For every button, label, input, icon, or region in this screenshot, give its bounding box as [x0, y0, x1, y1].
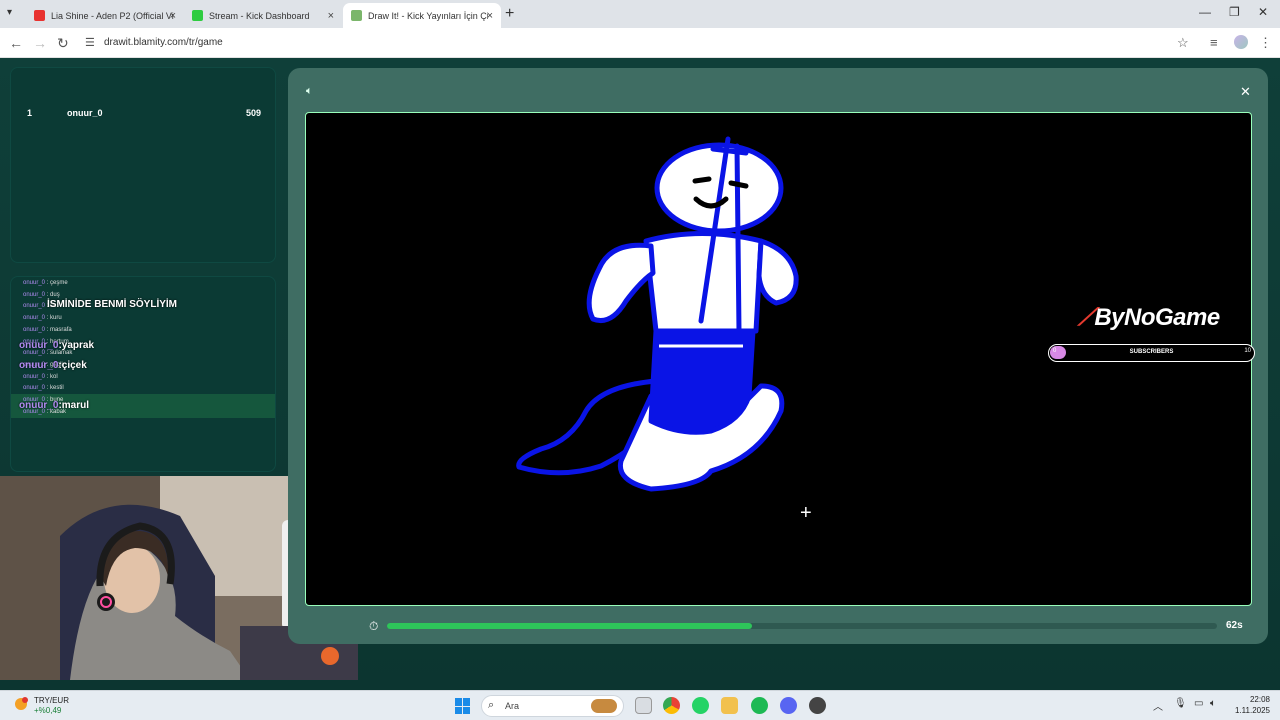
profile-avatar[interactable]: [1234, 35, 1248, 49]
forward-arrow-icon[interactable]: →: [33, 35, 47, 51]
search-placeholder: Ara: [505, 701, 520, 711]
weather-widget-icon[interactable]: [12, 695, 30, 713]
brand-logo: ⟋ByNoGame: [1078, 304, 1220, 331]
chat-message: onuur_0 : kol: [23, 373, 58, 380]
tab-title: Stream - Kick Dashboard: [209, 10, 310, 21]
back-arrow-icon[interactable]: ←: [9, 35, 23, 51]
tab-close-icon[interactable]: ×: [487, 10, 493, 22]
restore-icon[interactable]: ❐: [1229, 5, 1240, 19]
round-timer: 62s: [1226, 620, 1243, 631]
window-close-icon[interactable]: ✕: [1258, 5, 1268, 19]
tab-close-icon[interactable]: ×: [328, 10, 334, 22]
chrome-icon[interactable]: [663, 697, 680, 714]
round-progress-track: [387, 623, 1217, 629]
tab-close-icon[interactable]: ×: [170, 10, 176, 22]
stopwatch-icon: ⏱︎: [369, 619, 379, 633]
draw-it-icon: [351, 10, 362, 21]
chat-message: onuur_0 : masrafa: [23, 326, 72, 333]
tab-youtube[interactable]: Lia Shine - Aden P2 (Official Vi ×: [26, 3, 184, 28]
reload-icon[interactable]: ↻: [57, 35, 69, 52]
subscriber-label: SUBSCRIBERS: [1129, 349, 1174, 355]
leaderboard-panel: 1 onuur_0 509: [10, 67, 276, 263]
network-icon[interactable]: ▭: [1194, 698, 1203, 709]
chat-panel: onuur_0 : çeşme onuur_0 : duş onuur_0 : su…: [10, 276, 276, 472]
close-icon[interactable]: ✕: [1240, 84, 1251, 100]
microphone-icon[interactable]: 🎙︎: [1174, 698, 1187, 709]
overlay-line: onuur_0:marul: [19, 400, 90, 411]
system-clock[interactable]: 22:08 1.11.2025: [1234, 694, 1270, 716]
chat-message: onuur_0 : duş: [23, 291, 60, 298]
tab-title: Draw It! - Kick Yayınları İçin Çiz: [368, 10, 488, 21]
chat-message: onuur_0 : çeşme: [23, 280, 68, 286]
tab-draw-it[interactable]: Draw It! - Kick Yayınları İçin Çiz ×: [343, 3, 501, 28]
kick-icon: [192, 10, 203, 21]
site-info-icon[interactable]: ☰: [85, 36, 99, 50]
volume-icon[interactable]: 🔈︎: [1210, 698, 1216, 709]
overlay-heading: İSMİNİDE BENMİ SÖYLİYİM: [47, 299, 178, 310]
address-bar[interactable]: drawit.blamity.com/tr/game: [104, 37, 223, 48]
subscriber-goal-bar: 0 SUBSCRIBERS 10: [1048, 344, 1255, 362]
overlay-line: onuur_0:yaprak: [19, 340, 95, 351]
overlay-line: onuur_0:çiçek: [19, 360, 87, 371]
taskbar: TRY/EUR +%0,49 ⌕ Ara ︿ 🎙︎ ▭ 🔈︎ 22:08 1.1…: [0, 690, 1280, 720]
browser-toolbar: ← → ↻ ☰ drawit.blamity.com/tr/game ☆ ≡ ⋮: [0, 28, 1280, 58]
media-controls-icon[interactable]: ≡: [1210, 35, 1218, 50]
spotify-icon[interactable]: [751, 697, 768, 714]
menu-kebab-icon[interactable]: ⋮: [1259, 35, 1272, 51]
tab-search-chevron-icon[interactable]: ▾: [7, 7, 12, 18]
bookmark-star-icon[interactable]: ☆: [1177, 35, 1189, 51]
discord-icon[interactable]: [780, 697, 797, 714]
currency-change: +%0,49: [34, 706, 62, 715]
new-tab-button[interactable]: +: [505, 5, 514, 23]
browser-tab-bar: ▾ Lia Shine - Aden P2 (Official Vi × Str…: [0, 0, 1280, 28]
crosshair-cursor-icon: +: [800, 502, 812, 524]
tab-kick-dashboard[interactable]: Stream - Kick Dashboard ×: [184, 3, 342, 28]
sound-icon[interactable]: 🔈︎: [306, 85, 313, 98]
windows-start-icon[interactable]: [455, 698, 471, 714]
subscriber-goal: 10: [1244, 348, 1251, 354]
leaderboard-name: onuur_0: [67, 108, 103, 118]
chat-message: onuur_0 : kuru: [23, 315, 62, 322]
clock-time: 22:08: [1249, 695, 1270, 704]
leaderboard-rank: 1: [27, 108, 33, 118]
minimize-icon[interactable]: —: [1199, 5, 1211, 19]
brand-mark-icon: ⟋: [1078, 304, 1095, 331]
leaderboard-score: 509: [245, 108, 261, 118]
search-icon: ⌕: [488, 699, 495, 711]
taskbar-search[interactable]: ⌕ Ara: [481, 695, 624, 717]
youtube-icon: [34, 10, 45, 21]
clock-date: 1.11.2025: [1235, 706, 1270, 715]
chat-message: onuur_0 : kestil: [23, 385, 64, 392]
search-highlight-icon: [591, 699, 617, 713]
task-view-icon[interactable]: [635, 697, 652, 714]
whatsapp-icon[interactable]: [692, 697, 709, 714]
file-explorer-icon[interactable]: [721, 697, 738, 714]
tab-title: Lia Shine - Aden P2 (Official Vi: [51, 10, 174, 21]
tray-chevron-up-icon[interactable]: ︿: [1153, 698, 1163, 713]
currency-name[interactable]: TRY/EUR: [34, 696, 69, 705]
round-progress-fill: [387, 623, 753, 629]
obs-icon[interactable]: [809, 697, 826, 714]
chat-message: onuur_0 : sulamak: [23, 350, 73, 357]
